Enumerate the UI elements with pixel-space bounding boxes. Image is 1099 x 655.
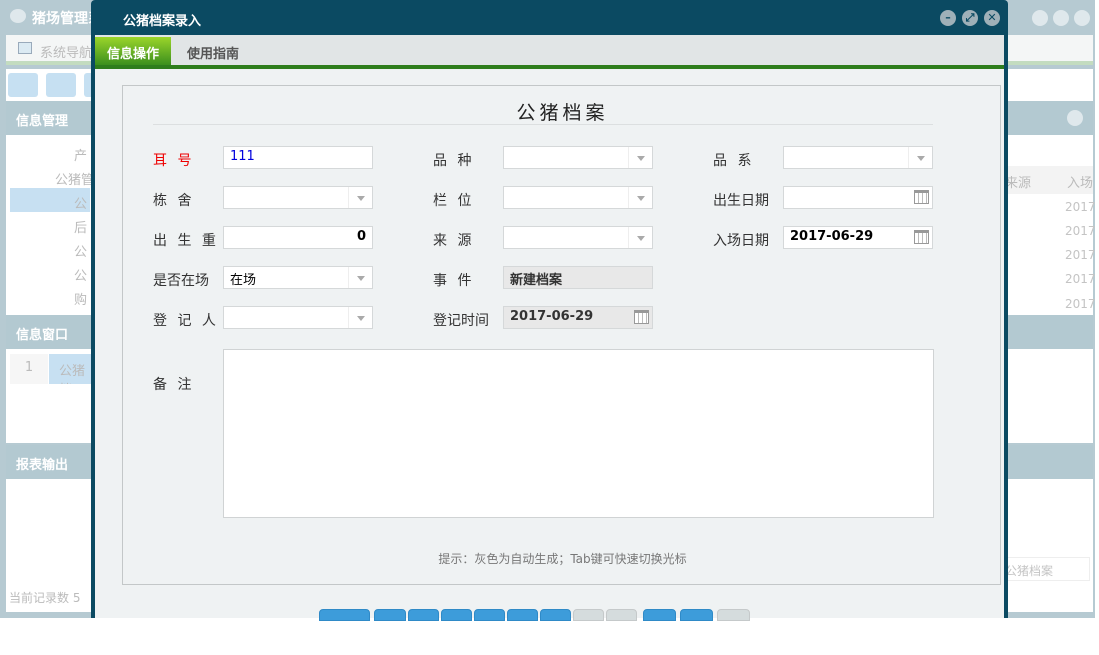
ear-no-label: 耳 号: [153, 150, 194, 170]
action-button[interactable]: [441, 609, 472, 621]
event-value: 新建档案: [510, 273, 562, 288]
grid-cell: 2017: [1065, 272, 1096, 286]
panel-title: 信息窗口: [16, 328, 68, 343]
collapse-icon[interactable]: [1067, 110, 1083, 126]
module-select-value: 公猪档案: [1005, 564, 1053, 578]
in-farm-select[interactable]: 在场: [223, 266, 373, 289]
tree-folder[interactable]: 公猪管: [55, 169, 94, 188]
chevron-down-icon[interactable]: [628, 187, 652, 208]
tree-item[interactable]: 公: [74, 193, 87, 212]
restore-icon[interactable]: [1053, 10, 1069, 26]
birth-weight-input[interactable]: 0: [223, 226, 373, 249]
entry-date-input[interactable]: 2017-06-29: [783, 226, 933, 249]
grid-cell: 2017: [1065, 200, 1096, 214]
disabled-button[interactable]: [573, 609, 604, 621]
chevron-down-icon[interactable]: [348, 267, 372, 288]
tab-info-operation[interactable]: 信息操作: [95, 37, 171, 65]
reg-time-input: 2017-06-29: [503, 306, 653, 329]
tree-item[interactable]: 公: [74, 241, 87, 260]
search-button[interactable]: [8, 73, 38, 97]
pen-label: 栏 位: [433, 190, 474, 210]
action-button[interactable]: [540, 609, 571, 621]
birth-date-label: 出生日期: [713, 190, 769, 210]
close-icon[interactable]: ✕: [984, 10, 1000, 26]
dialog-body: 信息操作 使用指南 公猪档案 耳 号 111 品 种 品 系 栋 舍 栏 位 出…: [95, 35, 1004, 618]
grid-header[interactable]: 入场: [1065, 166, 1093, 194]
window-item[interactable]: 公猪档: [49, 354, 91, 384]
minimize-icon[interactable]: –: [940, 10, 956, 26]
reg-time-value: 2017-06-29: [510, 309, 593, 324]
chevron-down-icon[interactable]: [628, 227, 652, 248]
entry-date-value: 2017-06-29: [790, 229, 873, 244]
barn-label: 栋 舍: [153, 190, 194, 210]
breed-label: 品 种: [433, 150, 474, 170]
nav-label: 系统导航: [40, 46, 92, 61]
action-button[interactable]: [507, 609, 538, 621]
memo-label: 备 注: [153, 374, 194, 394]
action-button[interactable]: [643, 609, 676, 621]
window-index: 1: [10, 354, 48, 384]
in-farm-value: 在场: [230, 273, 256, 288]
list-button[interactable]: [46, 73, 76, 97]
event-input: 新建档案: [503, 266, 653, 289]
action-button[interactable]: [408, 609, 439, 621]
line-label: 品 系: [713, 150, 754, 170]
chevron-down-icon[interactable]: [348, 187, 372, 208]
app-logo-icon: [10, 9, 26, 23]
maximize-icon[interactable]: ⤢: [962, 10, 978, 26]
nav-icon: [18, 42, 32, 54]
tree-item[interactable]: 产: [74, 145, 87, 164]
form-panel: 公猪档案 耳 号 111 品 种 品 系 栋 舍 栏 位 出生日期 出 生 重 …: [122, 85, 1001, 585]
chevron-down-icon[interactable]: [348, 307, 372, 328]
disabled-button[interactable]: [717, 609, 750, 621]
source-select[interactable]: [503, 226, 653, 249]
grid-cell: 2017: [1065, 224, 1096, 238]
chevron-down-icon[interactable]: [908, 147, 932, 168]
tree-item[interactable]: 后: [74, 217, 87, 236]
reg-time-label: 登记时间: [433, 310, 489, 330]
ear-no-input[interactable]: 111: [223, 146, 373, 169]
pen-select[interactable]: [503, 186, 653, 209]
panel-title: 报表输出: [16, 458, 68, 473]
tab-user-guide[interactable]: 使用指南: [175, 37, 251, 65]
calendar-icon[interactable]: [634, 310, 649, 324]
chevron-down-icon[interactable]: [628, 147, 652, 168]
registrar-select[interactable]: [223, 306, 373, 329]
tab-bar: 信息操作 使用指南: [95, 35, 1004, 69]
calendar-icon[interactable]: [914, 230, 929, 244]
birth-date-input[interactable]: [783, 186, 933, 209]
action-button[interactable]: [374, 609, 406, 621]
form-title: 公猪档案: [123, 98, 1002, 125]
event-label: 事 件: [433, 270, 474, 290]
action-button[interactable]: [474, 609, 505, 621]
breed-select[interactable]: [503, 146, 653, 169]
in-farm-label: 是否在场: [153, 270, 209, 290]
memo-textarea[interactable]: [223, 349, 934, 518]
action-button[interactable]: [680, 609, 713, 621]
source-label: 来 源: [433, 230, 474, 250]
barn-select[interactable]: [223, 186, 373, 209]
calendar-icon[interactable]: [914, 190, 929, 204]
tree-item[interactable]: 公: [74, 265, 87, 284]
hint-text: 提示：灰色为自动生成；Tab键可快速切换光标: [123, 550, 1002, 567]
entry-date-label: 入场日期: [713, 230, 769, 250]
dialog-boar-record-entry: 公猪档案录入 – ⤢ ✕ 信息操作 使用指南 公猪档案 耳 号 111 品 种 …: [91, 0, 1008, 618]
grid-cell: 2017: [1065, 297, 1096, 311]
ear-no-value: 111: [230, 149, 255, 164]
birth-weight-label: 出 生 重: [153, 230, 219, 250]
grid-cell: 2017: [1065, 248, 1096, 262]
birth-weight-value: 0: [357, 229, 366, 244]
panel-title: 信息管理: [16, 114, 68, 129]
module-select[interactable]: 公猪档案: [998, 557, 1090, 581]
tree-item[interactable]: 购: [74, 289, 87, 308]
close-icon[interactable]: [1074, 10, 1090, 26]
line-select[interactable]: [783, 146, 933, 169]
disabled-button[interactable]: [606, 609, 637, 621]
action-button[interactable]: [319, 609, 370, 621]
divider: [153, 124, 933, 125]
registrar-label: 登 记 人: [153, 310, 219, 330]
minimize-icon[interactable]: [1032, 10, 1048, 26]
dialog-title: 公猪档案录入: [123, 10, 201, 29]
